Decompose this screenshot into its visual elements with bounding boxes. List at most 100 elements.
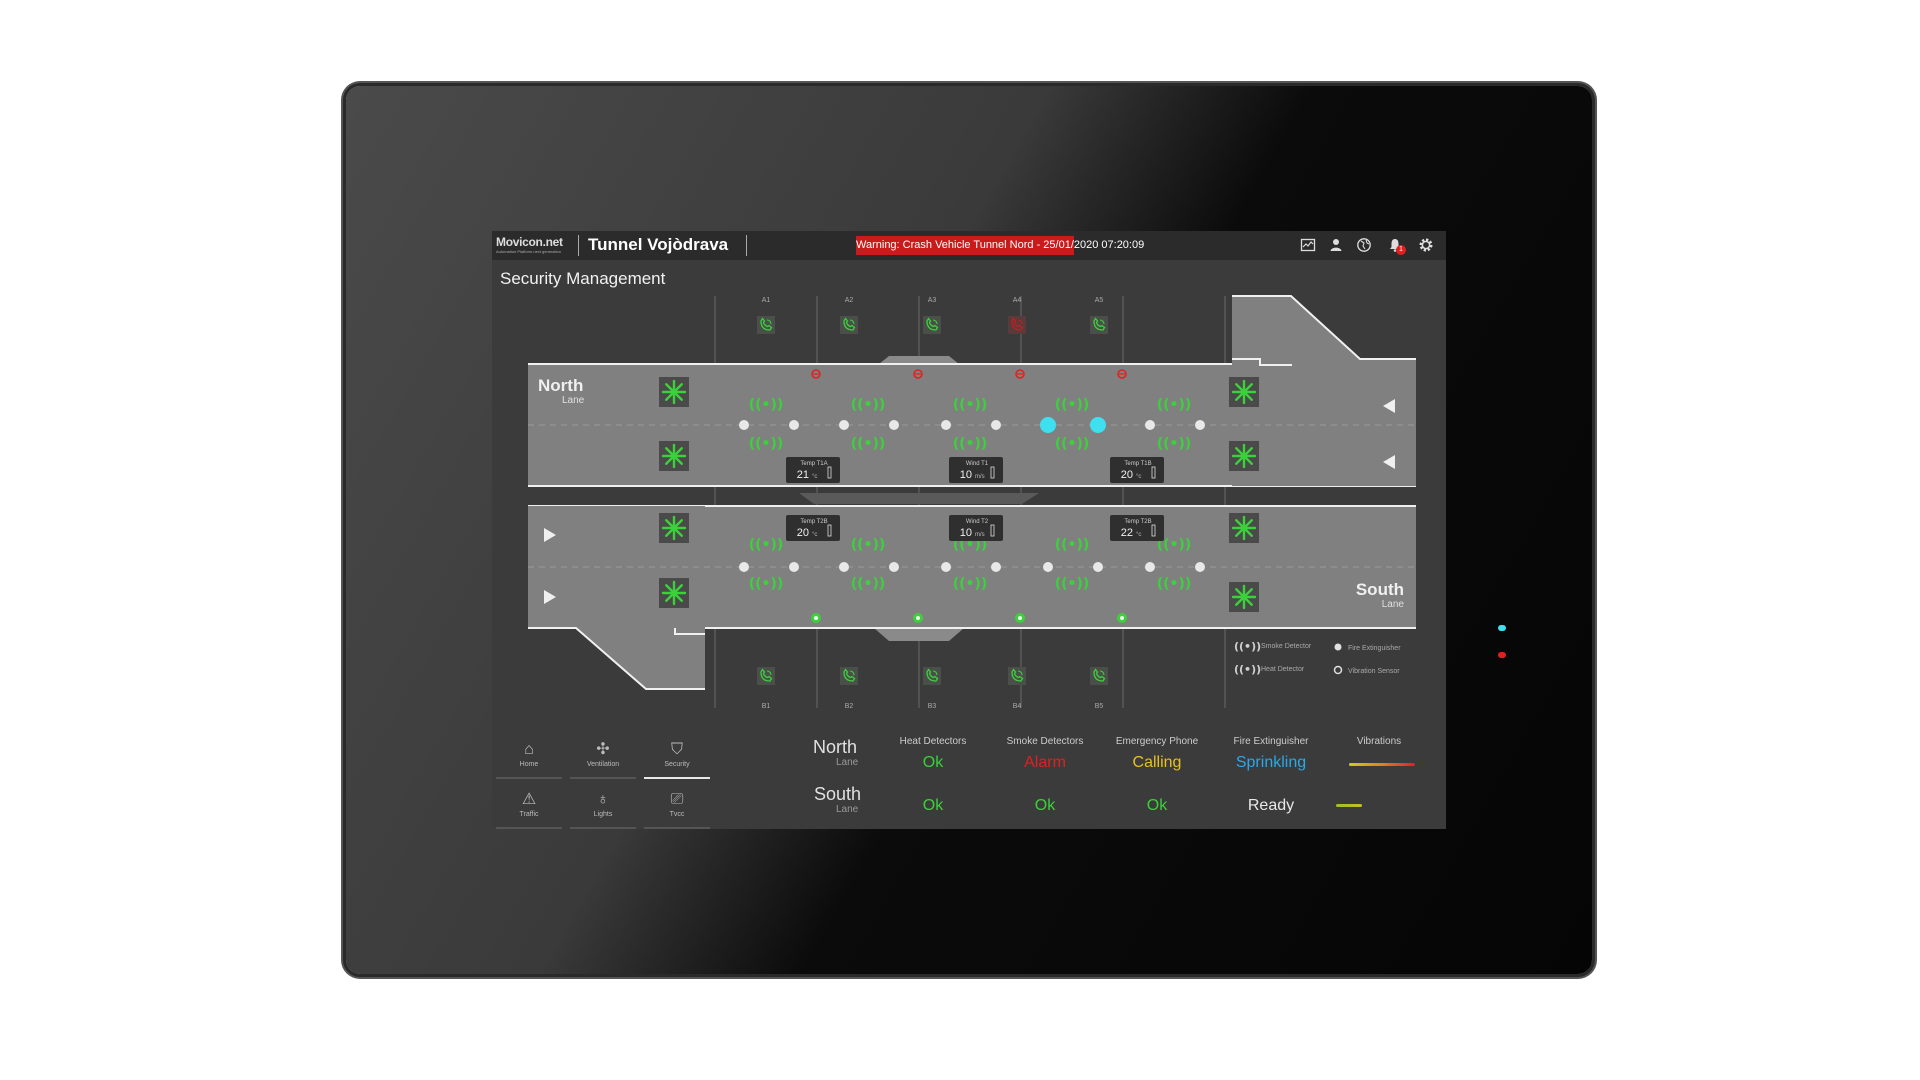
- jet-fan-icon[interactable]: [1229, 582, 1259, 612]
- readout-unit: °c: [812, 532, 817, 538]
- nav-label: Home: [519, 761, 539, 768]
- position-label-bottom: B3: [928, 703, 937, 710]
- emergency-phone-icon[interactable]: [1008, 316, 1026, 334]
- nav-security[interactable]: ⛉ Security: [644, 739, 710, 779]
- cross-passage: [799, 493, 1039, 504]
- smoke-detector-icon[interactable]: ((•)): [953, 576, 988, 592]
- north-smoke-status: Alarm: [1024, 754, 1066, 771]
- fire-extinguisher-icon[interactable]: [941, 420, 951, 430]
- readout-value: 10: [960, 469, 972, 481]
- smoke-detector-icon[interactable]: ((•)): [1055, 576, 1090, 592]
- nav-home[interactable]: ⌂ Home: [496, 739, 562, 779]
- smoke-detector-legend-icon: ((•)): [1234, 640, 1261, 653]
- south-smoke-status: Ok: [1034, 797, 1056, 814]
- fire-extinguisher-icon[interactable]: [889, 420, 899, 430]
- smoke-detector-icon[interactable]: ((•)): [851, 436, 886, 452]
- smoke-detector-icon[interactable]: ((•)): [953, 397, 988, 413]
- smoke-detector-icon[interactable]: ((•)): [1055, 537, 1090, 553]
- readout-unit: m/s: [975, 474, 985, 480]
- sensor-readout[interactable]: Temp T2B 20 °c: [786, 515, 840, 541]
- nav-tvcc[interactable]: ⎚ Tvcc: [644, 789, 710, 829]
- jet-fan-icon[interactable]: [1229, 441, 1259, 471]
- fire-extinguisher-icon[interactable]: [941, 562, 951, 572]
- position-label-top: A2: [845, 297, 854, 304]
- col-vibrations: Vibrations: [1356, 736, 1402, 747]
- readout-value: 22: [1121, 527, 1133, 539]
- smoke-detector-icon[interactable]: ((•)): [749, 576, 784, 592]
- south-extinguisher-status: Ready: [1247, 797, 1295, 814]
- smoke-detector-icon[interactable]: ((•)): [851, 576, 886, 592]
- fire-extinguisher-icon[interactable]: [1093, 562, 1103, 572]
- fire-extinguisher-icon[interactable]: [1040, 417, 1056, 433]
- fire-extinguisher-icon[interactable]: [1145, 562, 1155, 572]
- sensor-readout[interactable]: Temp T2B 22 °c: [1110, 515, 1164, 541]
- jet-fan-icon[interactable]: [1229, 377, 1259, 407]
- sensor-readout[interactable]: Wind T2 10 m/s: [949, 515, 1003, 541]
- jet-fan-icon[interactable]: [659, 578, 689, 608]
- readout-unit: °c: [812, 474, 817, 480]
- smoke-detector-icon[interactable]: ((•)): [749, 397, 784, 413]
- smoke-detector-icon[interactable]: ((•)): [749, 436, 784, 452]
- fire-extinguisher-icon[interactable]: [1145, 420, 1155, 430]
- legend-vibration: Vibration Sensor: [1348, 668, 1400, 675]
- smoke-detector-icon[interactable]: ((•)): [1055, 397, 1090, 413]
- nav-label: Ventilation: [586, 761, 620, 768]
- hmi-screen: Movicon.net Automation Platform.next gen…: [492, 231, 1446, 829]
- fire-extinguisher-icon[interactable]: [739, 420, 749, 430]
- jet-fan-icon[interactable]: [659, 441, 689, 471]
- jet-fan-icon[interactable]: [1229, 513, 1259, 543]
- legend-fire: Fire Extinguisher: [1348, 645, 1401, 652]
- status-south-label: South: [814, 784, 862, 804]
- sensor-readout[interactable]: Temp T1B 20 °c: [1110, 457, 1164, 483]
- emergency-phone-icon[interactable]: [840, 667, 858, 685]
- emergency-phone-icon[interactable]: [1090, 667, 1108, 685]
- smoke-detector-icon[interactable]: ((•)): [1157, 576, 1192, 592]
- nav-label: Security: [664, 761, 690, 768]
- smoke-detector-icon[interactable]: ((•)): [953, 436, 988, 452]
- north-ramp: [1232, 296, 1416, 486]
- smoke-detector-icon[interactable]: ((•)): [749, 537, 784, 553]
- nav-label: Tvcc: [669, 811, 685, 818]
- readout-unit: m/s: [975, 532, 985, 538]
- readout-label: Wind T1: [966, 461, 989, 467]
- fire-extinguisher-icon[interactable]: [839, 420, 849, 430]
- emergency-phone-icon[interactable]: [923, 667, 941, 685]
- nav-lights[interactable]: ♁ Lights: [570, 789, 636, 829]
- nav-traffic[interactable]: ⚠ Traffic: [496, 789, 562, 829]
- fire-extinguisher-icon[interactable]: [991, 420, 1001, 430]
- sensor-readout[interactable]: Temp T1A 21 °c: [786, 457, 840, 483]
- fire-extinguisher-icon[interactable]: [789, 562, 799, 572]
- jet-fan-icon[interactable]: [659, 377, 689, 407]
- emergency-phone-icon[interactable]: [757, 667, 775, 685]
- readout-label: Temp T2B: [1124, 519, 1151, 525]
- vibration-sensor-legend-icon: [1333, 665, 1343, 675]
- smoke-detector-icon[interactable]: ((•)): [1157, 436, 1192, 452]
- fire-extinguisher-icon[interactable]: [1090, 417, 1106, 433]
- emergency-phone-icon[interactable]: [923, 316, 941, 334]
- nav-label: Lights: [593, 811, 613, 818]
- nav-ventilation[interactable]: ✣ Ventilation: [570, 739, 636, 779]
- south-phone-status: Ok: [1146, 797, 1168, 814]
- emergency-phone-icon[interactable]: [1090, 316, 1108, 334]
- position-label-top: A3: [928, 297, 937, 304]
- fire-extinguisher-icon[interactable]: [991, 562, 1001, 572]
- smoke-detector-icon[interactable]: ((•)): [851, 537, 886, 553]
- fire-extinguisher-icon[interactable]: [1043, 562, 1053, 572]
- fire-extinguisher-icon[interactable]: [889, 562, 899, 572]
- emergency-phone-icon[interactable]: [757, 316, 775, 334]
- readout-label: Temp T1B: [1124, 461, 1151, 467]
- emergency-phone-icon[interactable]: [840, 316, 858, 334]
- jet-fan-icon[interactable]: [659, 513, 689, 543]
- smoke-detector-icon[interactable]: ((•)): [1055, 436, 1090, 452]
- fire-extinguisher-icon[interactable]: [1195, 420, 1205, 430]
- fire-extinguisher-icon[interactable]: [839, 562, 849, 572]
- smoke-detector-icon[interactable]: ((•)): [1157, 397, 1192, 413]
- sensor-readout[interactable]: Wind T1 10 m/s: [949, 457, 1003, 483]
- readout-unit: °c: [1136, 474, 1141, 480]
- position-label-bottom: B4: [1013, 703, 1022, 710]
- fire-extinguisher-icon[interactable]: [789, 420, 799, 430]
- fire-extinguisher-icon[interactable]: [739, 562, 749, 572]
- emergency-phone-icon[interactable]: [1008, 667, 1026, 685]
- fire-extinguisher-icon[interactable]: [1195, 562, 1205, 572]
- smoke-detector-icon[interactable]: ((•)): [851, 397, 886, 413]
